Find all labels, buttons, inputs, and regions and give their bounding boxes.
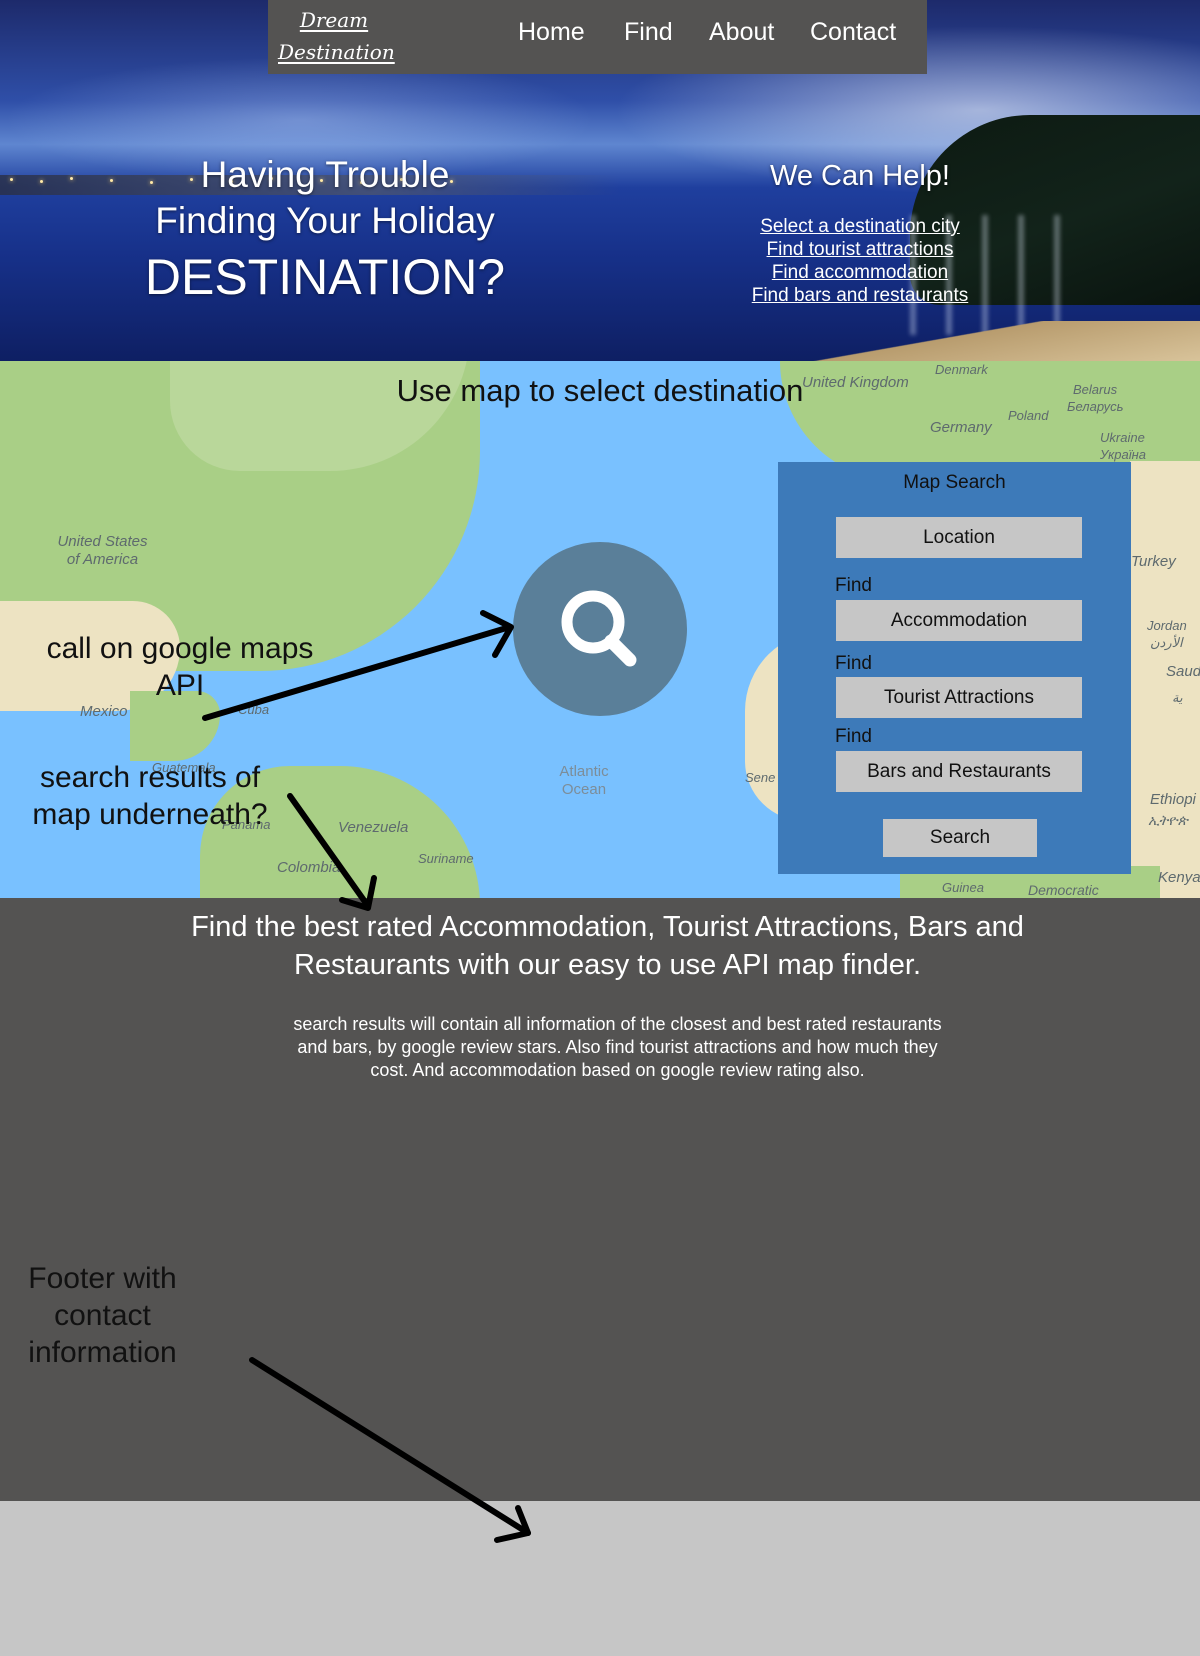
map-label-denmark: Denmark bbox=[935, 362, 988, 377]
map-label-atlantic: Atlantic Ocean bbox=[559, 763, 609, 798]
annotation-search-results: search results of map underneath? bbox=[32, 761, 268, 831]
map-heading: Use map to select destination bbox=[396, 373, 804, 408]
hero-beach bbox=[780, 321, 1200, 361]
map-label-jordan: Jordan bbox=[1147, 618, 1187, 633]
map-label-turkey: Turkey bbox=[1131, 553, 1176, 570]
logo-line-1: Dream bbox=[299, 8, 369, 32]
annotation-footer: Footer with contact information bbox=[28, 1262, 177, 1369]
info-headline: Find the best rated Accommodation, Touri… bbox=[191, 911, 1024, 981]
help-box: We Can Help! Select a destination city F… bbox=[725, 160, 995, 307]
hero-line-1: Having Trouble bbox=[200, 154, 450, 195]
tourist-attractions-button[interactable]: Tourist Attractions bbox=[836, 677, 1082, 718]
map-section[interactable]: United States of America Mexico Guatemal… bbox=[0, 361, 1200, 898]
info-body: search results will contain all informat… bbox=[293, 1014, 942, 1080]
nav-about[interactable]: About bbox=[709, 18, 774, 47]
bars-restaurants-button[interactable]: Bars and Restaurants bbox=[836, 751, 1082, 792]
link-find-bars-restaurants[interactable]: Find bars and restaurants bbox=[725, 284, 995, 307]
panel-title: Map Search bbox=[903, 472, 1006, 493]
top-navigation: Dream Destination Home Find About Contac… bbox=[268, 0, 927, 74]
logo-line-2: Destination bbox=[278, 40, 395, 64]
location-field[interactable]: Location bbox=[836, 517, 1082, 558]
accommodation-button[interactable]: Accommodation bbox=[836, 600, 1082, 641]
map-label-belarus: Belarus bbox=[1073, 382, 1118, 397]
map-label-germany: Germany bbox=[930, 419, 992, 436]
link-select-destination[interactable]: Select a destination city bbox=[725, 215, 995, 238]
map-label-ethiopia-local: ኢትዮጵ bbox=[1148, 812, 1188, 828]
nav-contact[interactable]: Contact bbox=[810, 18, 896, 47]
map-label-belarus-local: Беларусь bbox=[1067, 399, 1124, 414]
map-label-guinea: Guinea bbox=[942, 880, 984, 895]
map-label-colombia: Colombia bbox=[277, 859, 341, 876]
map-label-mexico: Mexico bbox=[80, 703, 128, 720]
hero-line-3: DESTINATION? bbox=[144, 249, 506, 305]
map-label-jordan-local: الأردن bbox=[1150, 635, 1183, 650]
find-label-attractions: Find bbox=[835, 653, 872, 674]
map-label-saudi: Saud bbox=[1166, 663, 1200, 680]
find-label-accommodation: Find bbox=[835, 575, 872, 596]
map-label-suriname: Suriname bbox=[418, 851, 474, 866]
map-search-panel: Map Search Location Find Accommodation F… bbox=[778, 462, 1131, 874]
link-find-attractions[interactable]: Find tourist attractions bbox=[725, 238, 995, 261]
footer bbox=[0, 1501, 1200, 1656]
magnifier-icon bbox=[561, 590, 637, 667]
link-find-accommodation[interactable]: Find accommodation bbox=[725, 261, 995, 284]
hero-line-2: Finding Your Holiday bbox=[155, 200, 495, 241]
nav-find[interactable]: Find bbox=[624, 18, 673, 47]
map-label-saudi-local: ية bbox=[1172, 690, 1183, 705]
map-label-kenya: Kenya bbox=[1158, 869, 1200, 886]
map-search-button[interactable] bbox=[513, 542, 687, 716]
panel-search-button[interactable]: Search bbox=[883, 819, 1037, 857]
info-section: Find the best rated Accommodation, Touri… bbox=[0, 898, 1200, 1501]
map-label-poland: Poland bbox=[1008, 408, 1049, 423]
logo[interactable]: Dream Destination bbox=[278, 4, 395, 68]
map-label-ukraine: Ukraine bbox=[1100, 430, 1145, 445]
help-title: We Can Help! bbox=[770, 160, 950, 192]
map-label-democratic: Democratic bbox=[1028, 882, 1099, 898]
annotation-google-maps-api: call on google maps API bbox=[46, 632, 314, 702]
map-label-usa: United States of America bbox=[57, 533, 148, 568]
map-label-senegal: Sene bbox=[745, 770, 776, 785]
map-label-ethiopia: Ethiopi bbox=[1150, 791, 1196, 808]
hero-headline: Having Trouble Finding Your Holiday DEST… bbox=[120, 152, 530, 310]
nav-home[interactable]: Home bbox=[518, 18, 585, 47]
find-label-bars: Find bbox=[835, 726, 872, 747]
map-label-venezuela: Venezuela bbox=[338, 819, 409, 836]
